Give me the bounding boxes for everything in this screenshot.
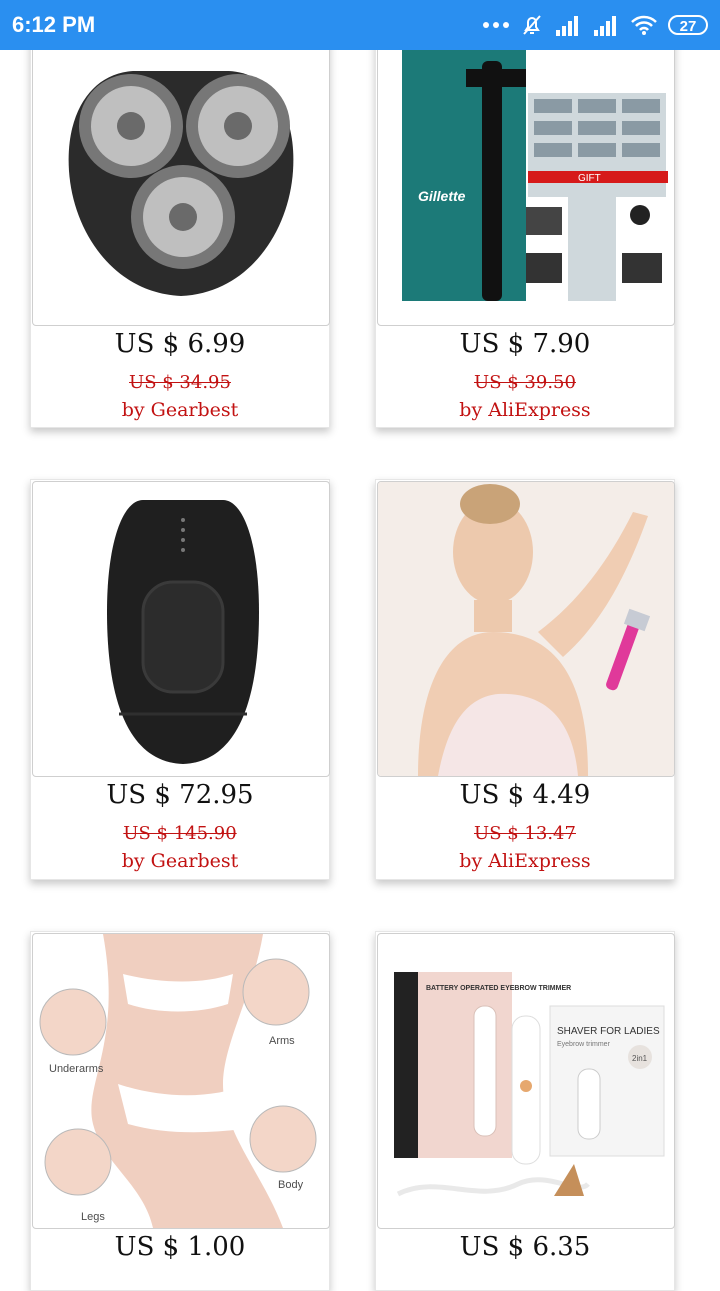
box-label: BATTERY OPERATED EYEBROW TRIMMER: [426, 985, 571, 992]
product-image-shaver-head[interactable]: [32, 30, 330, 326]
status-time: 6:12 PM: [12, 12, 96, 37]
product-image-woman-razor[interactable]: [377, 481, 675, 777]
status-icons: 27: [482, 12, 708, 38]
shaver-head-illustration: [68, 71, 294, 296]
product-seller[interactable]: by AliExpress: [376, 850, 674, 872]
trimmer-subtitle: Eyebrow trimmer: [557, 1041, 611, 1048]
body-areas-illustration: Underarms Arms Legs Body: [39, 934, 317, 1228]
arms-label: Arms: [269, 1035, 295, 1047]
product-price: US $ 6.35: [459, 1232, 591, 1262]
epilator-illustration: [107, 500, 259, 764]
signal-2-icon: [594, 16, 616, 36]
signal-1-icon: [556, 16, 578, 36]
mute-bell-icon: [523, 15, 541, 35]
underarms-label: Underarms: [49, 1063, 104, 1075]
product-card[interactable]: US $ 72.95 US $ 145.90 by Gearbest: [30, 479, 330, 880]
product-price: US $ 1.00: [114, 1232, 246, 1262]
product-card[interactable]: BATTERY OPERATED EYEBROW TRIMMER SHAVER …: [375, 931, 675, 1291]
product-old-price: US $ 39.50: [474, 372, 576, 393]
product-seller[interactable]: by Gearbest: [31, 850, 329, 872]
product-price: US $ 6.99: [114, 329, 246, 359]
product-image-body-areas[interactable]: Underarms Arms Legs Body: [32, 933, 330, 1229]
trimmer-badge: 2in1: [632, 1054, 648, 1063]
gillette-pack-illustration: Gillette GIFT: [402, 49, 668, 301]
product-seller[interactable]: by Gearbest: [31, 399, 329, 421]
battery-icon: 27: [668, 15, 708, 35]
woman-razor-illustration: [378, 482, 674, 776]
product-card[interactable]: Gillette GIFT US $ 7.90 US $ 39.50 by Al…: [375, 28, 675, 428]
gillette-brand-label: Gillette: [418, 188, 466, 204]
product-card[interactable]: US $ 6.99 US $ 34.95 by Gearbest: [30, 28, 330, 428]
product-card[interactable]: Underarms Arms Legs Body US $ 1.00: [30, 931, 330, 1291]
product-old-price: US $ 13.47: [474, 823, 576, 844]
product-old-price: US $ 145.90: [123, 823, 237, 844]
product-card[interactable]: US $ 4.49 US $ 13.47 by AliExpress: [375, 479, 675, 880]
body-label: Body: [278, 1179, 304, 1191]
product-price: US $ 72.95: [106, 780, 254, 810]
product-image-ladies-trimmer[interactable]: BATTERY OPERATED EYEBROW TRIMMER SHAVER …: [377, 933, 675, 1229]
gift-label: GIFT: [578, 173, 601, 184]
product-image-ipl-epilator[interactable]: [32, 481, 330, 777]
legs-label: Legs: [81, 1211, 105, 1223]
ladies-trimmer-illustration: BATTERY OPERATED EYEBROW TRIMMER SHAVER …: [394, 972, 665, 1197]
product-price: US $ 4.49: [459, 780, 591, 810]
product-price: US $ 7.90: [459, 329, 591, 359]
trimmer-title: SHAVER FOR LADIES: [557, 1026, 660, 1037]
product-seller[interactable]: by AliExpress: [376, 399, 674, 421]
status-bar: 6:12 PM 27: [0, 0, 720, 50]
wifi-icon: [631, 15, 657, 35]
more-dots-icon: [483, 22, 509, 28]
product-old-price: US $ 34.95: [129, 372, 231, 393]
product-image-gillette-razor-pack[interactable]: Gillette GIFT: [377, 30, 675, 326]
